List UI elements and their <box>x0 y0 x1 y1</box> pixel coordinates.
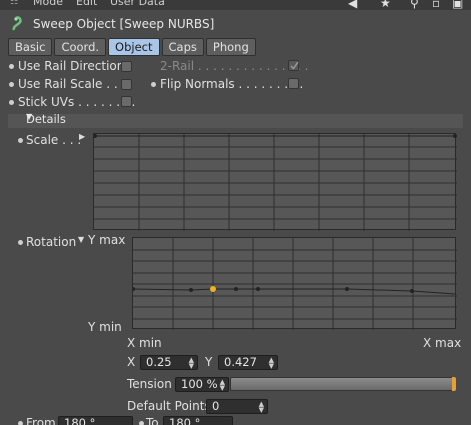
tab-basic[interactable]: Basic <box>8 38 53 56</box>
lock-icon[interactable]: ▫ <box>432 0 446 10</box>
animate-dot-icon[interactable] <box>139 421 144 425</box>
animate-dot-icon[interactable] <box>9 64 14 69</box>
use-rail-scale-checkbox[interactable] <box>121 79 132 90</box>
from-value: 180 ° <box>64 416 96 425</box>
y-value: 0.427 <box>224 355 257 369</box>
default-points-field[interactable]: 0 ▲ ▼ <box>206 399 268 414</box>
attribute-tabs: Basic Coord. Object Caps Phong <box>8 38 256 56</box>
y-field-label: Y <box>205 355 213 369</box>
use-rail-direction-label: Use Rail Direction <box>18 59 125 73</box>
tension-field[interactable]: 100 % ▲ ▼ <box>175 377 229 392</box>
menu-user-data[interactable]: User Data <box>110 0 165 8</box>
to-value: 180 ° <box>169 416 201 425</box>
menu-edit[interactable]: Edit <box>76 0 97 8</box>
flip-normals-checkbox[interactable] <box>288 78 299 89</box>
animate-dot-icon[interactable] <box>18 421 23 425</box>
slider-handle[interactable] <box>452 377 456 391</box>
x-min-label: X min <box>127 336 162 350</box>
y-min-label: Y min <box>88 320 122 334</box>
animate-dot-icon[interactable] <box>18 138 23 143</box>
tab-coord[interactable]: Coord. <box>54 38 107 56</box>
animate-dot-icon[interactable] <box>151 82 156 87</box>
scale-grid <box>94 134 457 231</box>
tab-caps[interactable]: Caps <box>161 38 204 56</box>
stepper-arrows-icon[interactable]: ▲ ▼ <box>189 357 194 370</box>
x-max-label: X max <box>423 336 462 350</box>
rotation-point[interactable] <box>345 287 349 291</box>
sweep-object-icon <box>12 16 22 31</box>
collapse-arrow-icon[interactable]: ▼ <box>78 235 84 244</box>
scale-label: Scale . . . <box>26 133 82 147</box>
scale-spline-graph[interactable] <box>93 133 457 231</box>
animate-dot-icon[interactable] <box>9 100 14 105</box>
scale-point-end[interactable] <box>453 134 457 138</box>
x-field-label: X <box>127 355 136 369</box>
rotation-point-selected[interactable] <box>210 286 216 292</box>
y-value-field[interactable]: 0.427 ▲ ▼ <box>218 355 278 370</box>
rotation-point[interactable] <box>133 287 135 291</box>
use-rail-scale-label: Use Rail Scale . . . . <box>18 77 133 91</box>
tab-object[interactable]: Object <box>108 38 160 56</box>
flip-normals-label: Flip Normals . . . . . . . . . <box>160 77 304 91</box>
tension-slider[interactable] <box>230 377 456 391</box>
tension-value: 100 % <box>181 377 218 391</box>
tension-label: Tension <box>127 377 172 391</box>
rotation-spline-graph[interactable] <box>132 237 457 330</box>
tab-phong[interactable]: Phong <box>205 38 256 56</box>
x-value: 0.25 <box>146 355 172 369</box>
stepper-arrows-icon[interactable]: ▲ ▼ <box>259 401 264 414</box>
rotation-point[interactable] <box>410 289 414 293</box>
two-rail-label: 2-Rail . . . . . . . . . . . . . . . <box>160 59 309 73</box>
rotation-point[interactable] <box>256 287 260 291</box>
object-title: Sweep Object [Sweep NURBS] <box>33 17 215 31</box>
to-label: To <box>146 416 159 425</box>
new-window-icon[interactable]: ▣ <box>452 0 466 10</box>
expand-arrow-icon[interactable]: ▶ <box>79 132 85 141</box>
stick-uvs-label: Stick UVs . . . . . . . . <box>18 95 136 109</box>
rotation-grid <box>133 238 457 330</box>
menubar: ☷ Mode Edit User Data ◀ ★ ⚲ ▫ ▣ <box>0 0 471 10</box>
from-field[interactable]: 180 ° <box>58 416 133 425</box>
default-points-label: Default Points <box>127 399 211 413</box>
details-label: Details <box>26 112 66 126</box>
default-points-value: 0 <box>212 399 220 413</box>
to-field[interactable]: 180 ° <box>163 416 233 425</box>
animate-dot-icon[interactable] <box>18 240 23 245</box>
x-value-field[interactable]: 0.25 ▲ ▼ <box>140 355 198 370</box>
checkmark-icon <box>290 61 299 70</box>
rotation-point[interactable] <box>234 287 238 291</box>
y-max-label: Y max <box>88 233 126 247</box>
details-section-header[interactable]: ▼ Details <box>8 112 463 128</box>
scale-point-start[interactable] <box>94 134 97 138</box>
rotation-point[interactable] <box>189 288 193 292</box>
stick-uvs-checkbox[interactable] <box>121 96 132 107</box>
back-arrow-icon[interactable]: ◀ <box>348 0 362 10</box>
stepper-arrows-icon[interactable]: ▲ ▼ <box>269 357 274 370</box>
two-rail-checkbox[interactable] <box>288 60 299 71</box>
stepper-arrows-icon[interactable]: ▲ ▼ <box>220 379 225 392</box>
search-icon[interactable]: ⚲ <box>410 0 424 10</box>
grip-icon: ☷ <box>10 0 19 7</box>
animate-dot-icon[interactable] <box>9 82 14 87</box>
from-label: From <box>26 416 56 425</box>
use-rail-direction-checkbox[interactable] <box>121 61 132 72</box>
rotation-label: Rotation <box>26 235 77 249</box>
menu-mode[interactable]: Mode <box>33 0 63 8</box>
bookmark-icon[interactable]: ★ <box>380 0 394 10</box>
